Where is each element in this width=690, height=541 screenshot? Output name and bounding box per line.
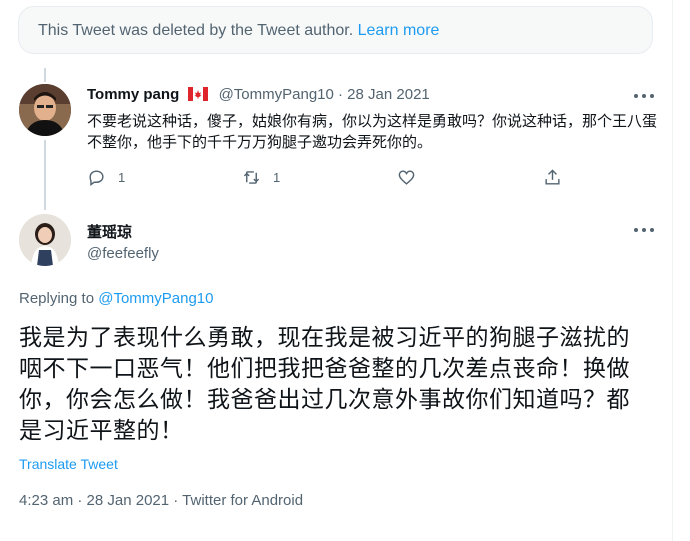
like-button[interactable] xyxy=(397,168,416,187)
author-handle[interactable]: @feefeefly xyxy=(87,245,159,262)
deleted-notice-text: This Tweet was deleted by the Tweet auth… xyxy=(38,22,354,39)
replying-to: Replying to @TommyPang10 xyxy=(19,290,214,307)
column-border xyxy=(672,0,673,541)
deleted-tweet-notice: This Tweet was deleted by the Tweet auth… xyxy=(18,6,653,54)
replying-to-link[interactable]: @TommyPang10 xyxy=(98,290,213,307)
reply-button[interactable]: 1 xyxy=(87,168,125,187)
share-button[interactable] xyxy=(543,168,562,187)
more-options-icon[interactable] xyxy=(634,224,654,236)
thread-connector-top xyxy=(44,68,46,82)
share-icon xyxy=(545,169,560,185)
retweet-button[interactable]: 1 xyxy=(242,168,280,187)
tweet-timestamp[interactable]: 4:23 am · 28 Jan 2021 · Twitter for Andr… xyxy=(19,492,303,509)
canada-flag-icon xyxy=(188,87,209,105)
avatar[interactable] xyxy=(19,84,71,136)
translate-tweet-link[interactable]: Translate Tweet xyxy=(19,456,118,472)
replying-prefix: Replying to xyxy=(19,290,95,307)
thread-connector xyxy=(44,140,46,210)
main-tweet-text: 我是为了表现什么勇敢，现在我是被习近平的狗腿子滋扰的咽不下一口恶气！他们把我把爸… xyxy=(19,324,630,443)
tweet-actions: 1 1 xyxy=(87,168,567,190)
author-name[interactable]: Tommy pang xyxy=(87,86,179,103)
reply-tweet-header: Tommy pang @TommyPang10 · 28 Jan 2021 xyxy=(87,86,430,105)
heart-icon xyxy=(398,170,415,185)
author-meta[interactable]: @TommyPang10 · 28 Jan 2021 xyxy=(219,86,430,103)
avatar[interactable] xyxy=(19,214,71,266)
reply-icon xyxy=(89,170,104,187)
author-name[interactable]: 董瑶琼 xyxy=(87,221,132,242)
retweet-icon xyxy=(243,171,260,184)
more-options-icon[interactable] xyxy=(634,90,654,102)
learn-more-link[interactable]: Learn more xyxy=(358,22,440,39)
reply-count: 1 xyxy=(118,170,126,185)
retweet-count: 1 xyxy=(273,170,281,185)
reply-tweet-text: 不要老说这种话，傻子，姑娘你有病，你以为这样是勇敢吗？你说这种话，那个王八蛋不整… xyxy=(87,113,658,151)
